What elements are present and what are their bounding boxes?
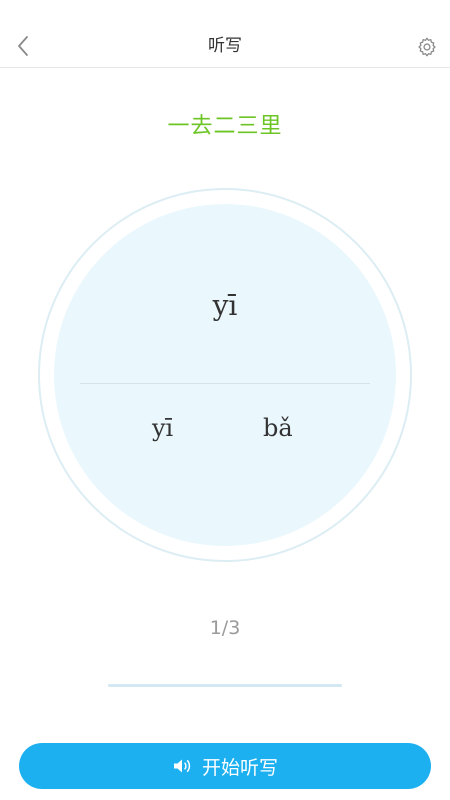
settings-button[interactable]: [412, 32, 442, 62]
progress-counter: 1/3: [209, 617, 241, 639]
start-dictation-button[interactable]: 开始听写: [19, 743, 431, 789]
pinyin-option[interactable]: yī: [152, 412, 173, 444]
pinyin-prompt: yī: [212, 289, 238, 322]
start-button-label: 开始听写: [201, 756, 278, 779]
pinyin-option[interactable]: bǎ: [263, 412, 293, 444]
top-bar: 听写: [0, 0, 450, 68]
page-title: 听写: [208, 36, 242, 56]
pinyin-card: [54, 204, 396, 546]
progress-bar: [108, 684, 342, 687]
gear-icon: [418, 37, 436, 57]
lesson-title: 一去二三里: [167, 114, 283, 139]
card-divider: [80, 383, 370, 384]
speaker-icon: [172, 757, 194, 775]
